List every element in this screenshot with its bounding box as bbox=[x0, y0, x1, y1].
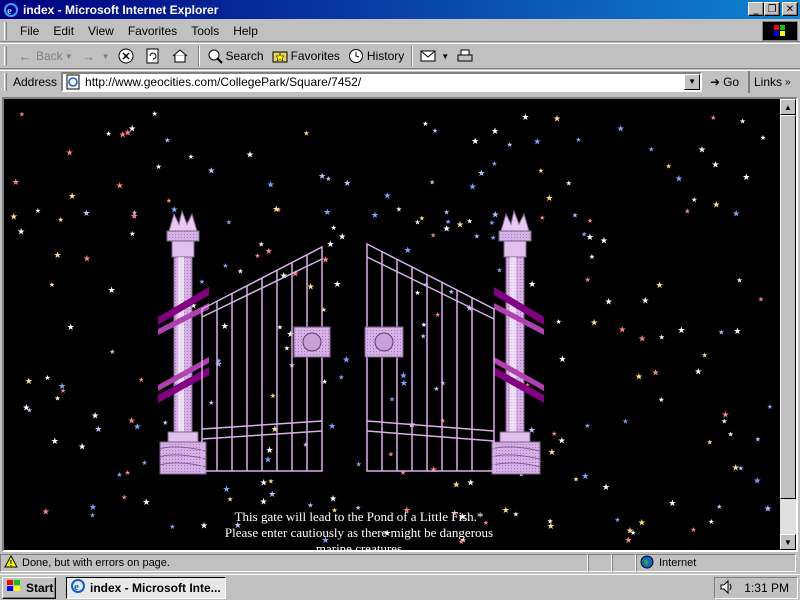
forward-button[interactable]: → ▼ bbox=[77, 45, 114, 67]
status-message: Done, but with errors on page. bbox=[22, 557, 170, 569]
clock[interactable]: 1:31 PM bbox=[744, 581, 789, 595]
ie-icon: e bbox=[70, 578, 86, 597]
standard-toolbar: ← Back ▼ → ▼ Search Favorites History ▼ bbox=[0, 43, 800, 69]
menu-grip[interactable] bbox=[4, 21, 7, 40]
address-dropdown-icon[interactable]: ▼ bbox=[684, 73, 701, 90]
go-button[interactable]: ➜ Go bbox=[710, 75, 739, 89]
search-label: Search bbox=[225, 49, 264, 63]
refresh-icon bbox=[145, 48, 161, 64]
address-bar: Address http://www.geocities.com/College… bbox=[0, 70, 800, 93]
address-input[interactable]: http://www.geocities.com/CollegePark/Squ… bbox=[61, 71, 703, 92]
start-label: Start bbox=[26, 580, 54, 595]
history-label: History bbox=[366, 49, 405, 63]
windows-logo-icon bbox=[762, 21, 798, 41]
print-icon bbox=[457, 48, 473, 64]
toolbar-separator bbox=[197, 46, 200, 66]
address-label: Address bbox=[13, 74, 58, 89]
svg-text:e: e bbox=[7, 5, 12, 17]
window-title: index - Microsoft Internet Explorer bbox=[23, 2, 219, 17]
menu-edit[interactable]: Edit bbox=[46, 24, 81, 38]
refresh-button[interactable] bbox=[141, 45, 168, 67]
gate-image[interactable] bbox=[4, 99, 782, 550]
print-button[interactable] bbox=[453, 45, 480, 67]
back-button[interactable]: ← Back ▼ bbox=[13, 45, 77, 67]
gate-caption: This gate will lead to the Pond of a Lit… bbox=[224, 509, 494, 550]
zone-label: Internet bbox=[659, 557, 697, 569]
menu-file[interactable]: File bbox=[13, 24, 46, 38]
home-button[interactable] bbox=[168, 45, 195, 67]
start-button[interactable]: Start bbox=[2, 576, 56, 599]
page-icon bbox=[65, 74, 81, 90]
go-label: Go bbox=[723, 74, 740, 89]
system-tray: 1:31 PM bbox=[714, 577, 798, 599]
status-cell-blank bbox=[612, 554, 636, 572]
stop-button[interactable] bbox=[114, 45, 141, 67]
web-page: ★ ★ ★ ★ ★ ★ ★ ★ ★ ★ ★ ★ ★ ★ ★ ★ ★ ★ ★ ★ ★ ★ ★ ★ ★ ★ ★ ★ ★ ★ ★ ★ ★ ★ ★ ★ ★ ★ ★ ★… bbox=[4, 99, 782, 550]
menu-tools[interactable]: Tools bbox=[184, 24, 226, 38]
scroll-thumb[interactable] bbox=[780, 115, 796, 499]
links-button[interactable]: Links » bbox=[748, 71, 800, 93]
windows-logo-icon bbox=[6, 579, 22, 596]
speaker-icon[interactable] bbox=[719, 579, 735, 598]
search-button[interactable]: Search bbox=[203, 45, 268, 67]
toolbar-grip[interactable] bbox=[4, 47, 7, 65]
status-zone-cell: Internet bbox=[636, 554, 796, 572]
scroll-up-icon[interactable]: ▲ bbox=[780, 99, 796, 115]
ie-icon: e bbox=[3, 2, 19, 18]
back-arrow-icon: ← bbox=[18, 48, 32, 64]
warning-icon: ! bbox=[4, 554, 18, 571]
right-pillar bbox=[491, 209, 544, 475]
svg-text:e: e bbox=[74, 581, 79, 593]
menu-bar: File Edit View Favorites Tools Help bbox=[0, 20, 800, 42]
chevron-right-icon: » bbox=[785, 76, 791, 88]
chevron-down-icon[interactable]: ▼ bbox=[441, 52, 449, 61]
menu-help[interactable]: Help bbox=[226, 24, 265, 38]
scroll-down-icon[interactable]: ▼ bbox=[780, 534, 796, 550]
minimize-button[interactable]: _ bbox=[748, 2, 764, 16]
back-label: Back bbox=[36, 49, 63, 63]
favorites-folder-icon bbox=[272, 48, 288, 64]
history-button[interactable]: History bbox=[344, 45, 408, 67]
svg-text:!: ! bbox=[10, 559, 13, 568]
title-bar[interactable]: e index - Microsoft Internet Explorer _ … bbox=[0, 0, 800, 19]
address-grip[interactable] bbox=[4, 72, 7, 91]
favorites-button[interactable]: Favorites bbox=[268, 45, 344, 67]
taskbar: Start e index - Microsoft Inte... 1:31 P… bbox=[0, 574, 800, 600]
favorites-label: Favorites bbox=[290, 49, 340, 63]
content-viewport: ★ ★ ★ ★ ★ ★ ★ ★ ★ ★ ★ ★ ★ ★ ★ ★ ★ ★ ★ ★ ★ ★ ★ ★ ★ ★ ★ ★ ★ ★ ★ ★ ★ ★ ★ ★ ★ ★ ★ ★… bbox=[2, 97, 798, 552]
chevron-down-icon[interactable]: ▼ bbox=[65, 52, 73, 61]
close-button[interactable]: ✕ bbox=[782, 2, 798, 16]
taskbar-item-ie[interactable]: e index - Microsoft Inte... bbox=[66, 576, 226, 599]
left-gate-door bbox=[201, 245, 323, 472]
links-label: Links bbox=[754, 75, 783, 89]
internet-globe-icon bbox=[640, 555, 654, 572]
search-icon bbox=[207, 48, 223, 64]
menu-favorites[interactable]: Favorites bbox=[121, 24, 184, 38]
menu-view[interactable]: View bbox=[81, 24, 121, 38]
vertical-scrollbar[interactable]: ▲ ▼ bbox=[780, 99, 796, 550]
status-bar: ! Done, but with errors on page. Interne… bbox=[0, 553, 800, 573]
home-icon bbox=[172, 48, 188, 64]
forward-arrow-icon: → bbox=[82, 48, 96, 64]
go-arrow-icon: ➜ bbox=[710, 74, 721, 89]
taskbar-item-label: index - Microsoft Inte... bbox=[90, 580, 221, 595]
toolbar-separator bbox=[411, 46, 414, 66]
address-url: http://www.geocities.com/CollegePark/Squ… bbox=[85, 74, 362, 89]
chevron-down-icon[interactable]: ▼ bbox=[102, 52, 110, 61]
status-cell-blank bbox=[588, 554, 612, 572]
history-icon bbox=[348, 48, 364, 64]
mail-button[interactable]: ▼ bbox=[416, 45, 453, 67]
stop-icon bbox=[118, 48, 134, 64]
mail-icon bbox=[420, 48, 436, 64]
status-message-cell[interactable]: ! Done, but with errors on page. bbox=[0, 554, 588, 572]
browser-window: e index - Microsoft Internet Explorer _ … bbox=[0, 0, 800, 574]
maximize-button[interactable]: ❐ bbox=[764, 2, 780, 16]
